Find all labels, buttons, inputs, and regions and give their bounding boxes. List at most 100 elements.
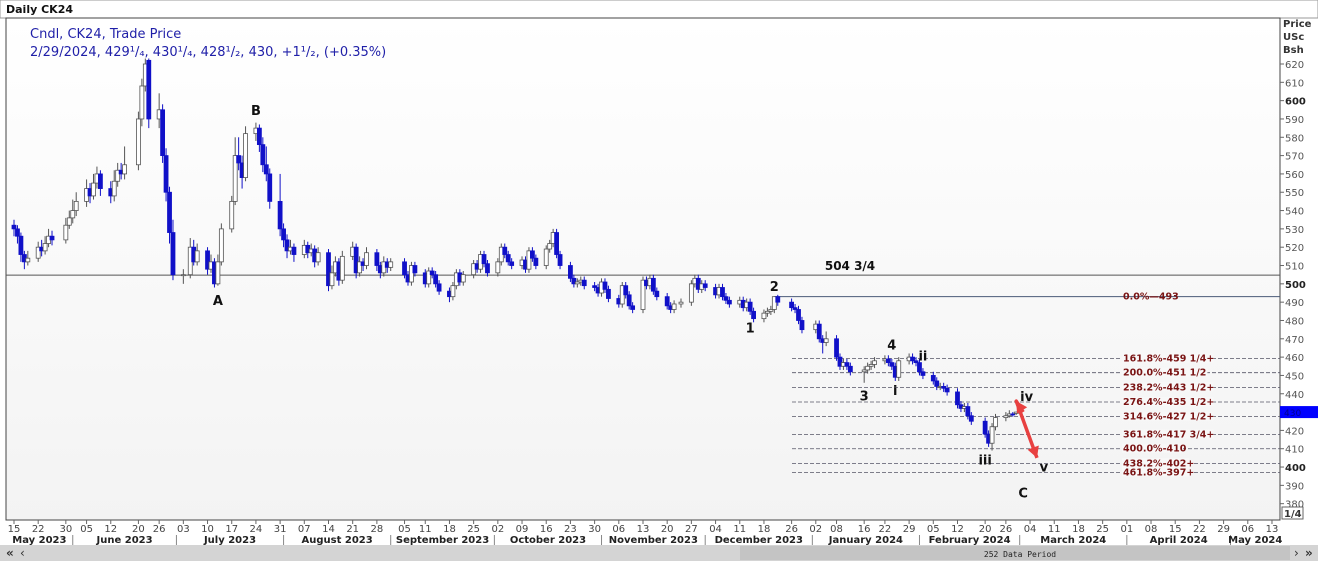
candle-body xyxy=(530,250,535,259)
x-tick-label: 02 xyxy=(491,524,504,535)
candle-body xyxy=(502,246,508,255)
y-tick-label: 540 xyxy=(1285,207,1304,218)
candle-body xyxy=(146,59,152,120)
month-label: September 2023 xyxy=(396,535,489,546)
x-tick-label: 26 xyxy=(1000,524,1013,535)
scroll-next-button[interactable]: › xyxy=(1294,546,1299,560)
x-tick-label: 11 xyxy=(1048,524,1061,535)
candle-body xyxy=(25,257,31,263)
y-tick-label: 490 xyxy=(1285,298,1304,309)
data-period-label: 252 Data Period xyxy=(984,550,1056,559)
candle-body xyxy=(816,323,822,340)
scroll-first-button[interactable]: « xyxy=(6,546,14,560)
candle-body xyxy=(98,173,103,189)
candle-body xyxy=(218,228,224,263)
scroll-last-button[interactable]: » xyxy=(1305,546,1313,560)
month-label: December 2023 xyxy=(715,535,803,546)
x-tick-label: 02 xyxy=(809,524,822,535)
candle-body xyxy=(485,263,490,274)
candle-body xyxy=(315,252,321,263)
y-tick-label: 470 xyxy=(1285,335,1304,346)
candle xyxy=(146,58,152,129)
y-tick-label: 450 xyxy=(1285,371,1304,382)
wave-label: iv xyxy=(1020,390,1033,405)
x-tick-label: 07 xyxy=(298,524,311,535)
x-tick-label: 25 xyxy=(1096,524,1109,535)
x-tick-label: 27 xyxy=(685,524,698,535)
candle xyxy=(160,104,166,163)
x-tick-label: 25 xyxy=(467,524,480,535)
candle-body xyxy=(66,217,72,226)
candle xyxy=(243,126,248,182)
candle-body xyxy=(194,250,200,263)
candle-body xyxy=(751,310,756,320)
x-tick-label: 05 xyxy=(398,524,411,535)
candle-body xyxy=(1010,413,1016,416)
candle-body xyxy=(277,200,283,230)
candle-body xyxy=(73,200,79,211)
x-tick-label: 18 xyxy=(1072,524,1085,535)
month-label: March 2024 xyxy=(1040,535,1106,546)
fib-level-label: 400.0%-410 xyxy=(1123,444,1187,455)
candle-body xyxy=(543,248,549,266)
fib-level-label: 314.6%-427 1/2+ xyxy=(1123,412,1214,423)
fib-base-label: 0.0%—493 xyxy=(1123,292,1179,303)
legend-line-2: 2/29/2024, 429¹/₄, 430¹/₄, 428¹/₂, 430, … xyxy=(30,45,386,60)
candle-body xyxy=(761,312,767,320)
candle-body xyxy=(433,274,439,285)
candle-body xyxy=(291,246,297,255)
x-tick-label: 17 xyxy=(225,524,238,535)
candle-body xyxy=(982,420,988,435)
candle-body xyxy=(547,243,553,250)
candle-body xyxy=(243,133,248,178)
candle-body xyxy=(720,287,725,298)
y-tick-label: 390 xyxy=(1285,481,1304,492)
y-tick-label: 500 xyxy=(1285,280,1306,291)
candle-body xyxy=(671,303,677,310)
candle-body xyxy=(650,277,656,292)
candle-body xyxy=(626,294,632,307)
wave-label: 3 xyxy=(860,389,869,404)
candle-body xyxy=(968,415,974,422)
candle-body xyxy=(163,155,169,193)
x-tick-label: 11 xyxy=(733,524,746,535)
candle-body xyxy=(374,252,380,266)
candle-body xyxy=(63,224,69,241)
month-label: May 2023 xyxy=(12,535,66,546)
x-tick-label: 16 xyxy=(858,524,871,535)
x-tick-label: 11 xyxy=(419,524,432,535)
candle-body xyxy=(723,296,729,301)
candle-body xyxy=(11,224,17,230)
x-tick-label: 10 xyxy=(201,524,214,535)
candle-body xyxy=(965,406,971,417)
month-label: January 2024 xyxy=(828,535,903,546)
x-tick-label: 06 xyxy=(1241,524,1254,535)
candle xyxy=(218,223,224,266)
candle-body xyxy=(955,391,960,406)
candle-body xyxy=(429,270,435,276)
candle-body xyxy=(160,109,166,157)
x-tick-label: 18 xyxy=(443,524,456,535)
wave-label: 2 xyxy=(770,280,779,295)
candle-body xyxy=(436,283,442,292)
candle-body xyxy=(623,285,629,296)
wave-label: iii xyxy=(978,453,991,468)
x-tick-label: 20 xyxy=(661,524,674,535)
candle-body xyxy=(42,243,48,252)
candle-body xyxy=(339,255,345,281)
y-tick-label: 590 xyxy=(1285,115,1304,126)
candle-body xyxy=(989,426,995,444)
candle-body xyxy=(495,261,501,274)
x-tick-label: 04 xyxy=(1024,524,1037,535)
x-tick-label: 15 xyxy=(8,524,21,535)
wave-label: ii xyxy=(918,349,927,364)
candle-body xyxy=(889,362,895,367)
scrollbar[interactable]: « ‹ 252 Data Period › » xyxy=(0,545,1318,561)
candle-body xyxy=(920,371,926,376)
scroll-prev-button[interactable]: ‹ xyxy=(20,546,25,560)
candle-body xyxy=(229,200,235,230)
x-tick-label: 30 xyxy=(59,524,72,535)
candle-body xyxy=(823,338,829,343)
candle-body xyxy=(139,85,145,120)
y-tick-label: 530 xyxy=(1285,225,1304,236)
